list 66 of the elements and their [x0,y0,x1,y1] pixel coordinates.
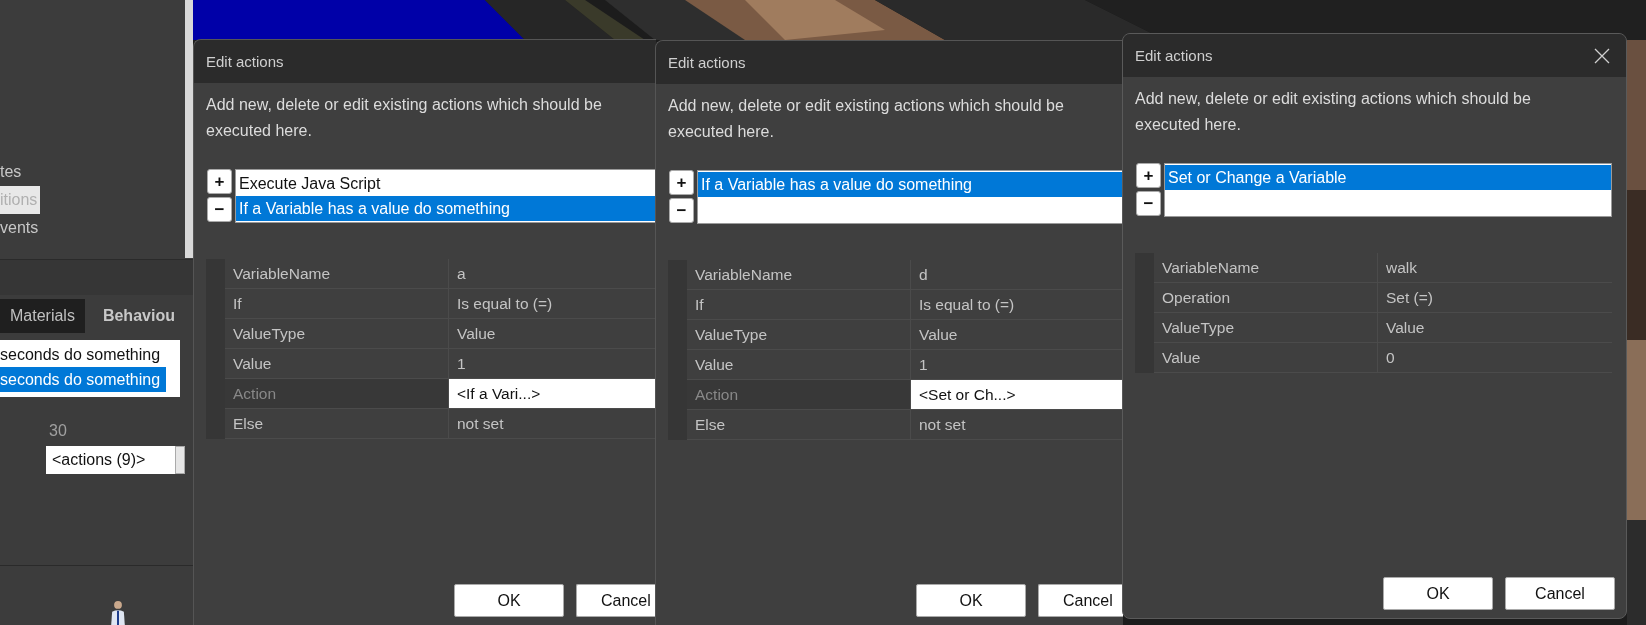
property-value: walk [1385,258,1418,278]
dialog-title: Edit actions [206,53,285,70]
property-name: If [687,290,911,319]
description-text: Add new, delete or edit existing actions which should be executed here. [1135,89,1532,135]
list-item[interactable]: If a Variable has a value do something [698,172,1122,197]
tab[interactable]: Materials [0,299,85,334]
value-field[interactable]: <Set or Ch...> [911,380,1123,409]
description-text: Add new, delete or edit existing actions which should be executed here. [206,95,603,141]
property-name: ValueType [225,319,449,348]
list-item[interactable]: seconds do something [0,342,167,368]
ok-button[interactable]: OK [454,584,564,617]
property-value: 30 [48,421,67,440]
value-field[interactable]: <If a Vari...> [449,379,656,408]
remove-button[interactable]: − [207,197,232,222]
property-name: VariableName [1154,253,1378,282]
property-name: If [225,289,449,318]
property-value: Is equal to (=) [918,295,1016,315]
list-item[interactable]: seconds do something [0,367,167,393]
scrollbar[interactable] [185,0,193,258]
property-name: Operation [1154,283,1378,312]
ok-button[interactable]: OK [916,584,1026,617]
property-name: Value [1154,343,1378,372]
person-icon [110,599,126,625]
list-item[interactable]: If a Variable has a value do something [236,196,655,221]
browse-button[interactable] [175,445,185,474]
remove-button[interactable]: − [1136,191,1161,216]
description-text: Add new, delete or edit existing actions which should be executed here. [668,96,1065,142]
dialog-title: Edit actions [1135,47,1214,64]
list-item[interactable]: Set or Change a Variable [1165,165,1611,190]
property-value: not set [918,415,967,435]
list-item[interactable]: Execute Java Script [236,171,655,196]
property-name: VariableName [225,259,449,288]
property-value: 0 [1385,348,1396,368]
ok-button[interactable]: OK [1383,577,1493,610]
property-name: Value [687,350,911,379]
property-value: Value [456,324,497,344]
property-value: not set [456,414,505,434]
property-value: Set (=) [1385,288,1434,308]
property-name: Value [225,349,449,378]
cancel-button[interactable]: Cancel [576,584,656,617]
property-value: 1 [456,354,467,374]
dialog-title: Edit actions [668,54,747,71]
property-value: a [456,264,467,284]
value-field[interactable]: <actions (9)> [46,445,175,474]
tree-item[interactable]: vents [0,214,42,242]
property-name: ValueType [687,320,911,349]
property-name: VariableName [687,260,911,289]
property-name: Action [687,380,911,409]
close-icon [1594,47,1610,64]
property-name: Else [225,409,449,438]
tree-item[interactable]: tes [0,158,25,186]
remove-button[interactable]: − [669,198,694,223]
add-button[interactable]: + [207,169,232,194]
property-value: 1 [918,355,929,375]
tab[interactable]: Behaviou [92,299,185,334]
property-value: Value [1385,318,1426,338]
property-name: ValueType [1154,313,1378,342]
property-name: Action [225,379,449,408]
cancel-button[interactable]: Cancel [1505,577,1615,610]
property-value: Value [918,325,959,345]
property-value: d [918,265,929,285]
property-value: Is equal to (=) [456,294,554,314]
add-button[interactable]: + [1136,163,1161,188]
property-name: Else [687,410,911,439]
cancel-button[interactable]: Cancel [1038,584,1123,617]
add-button[interactable]: + [669,170,694,195]
